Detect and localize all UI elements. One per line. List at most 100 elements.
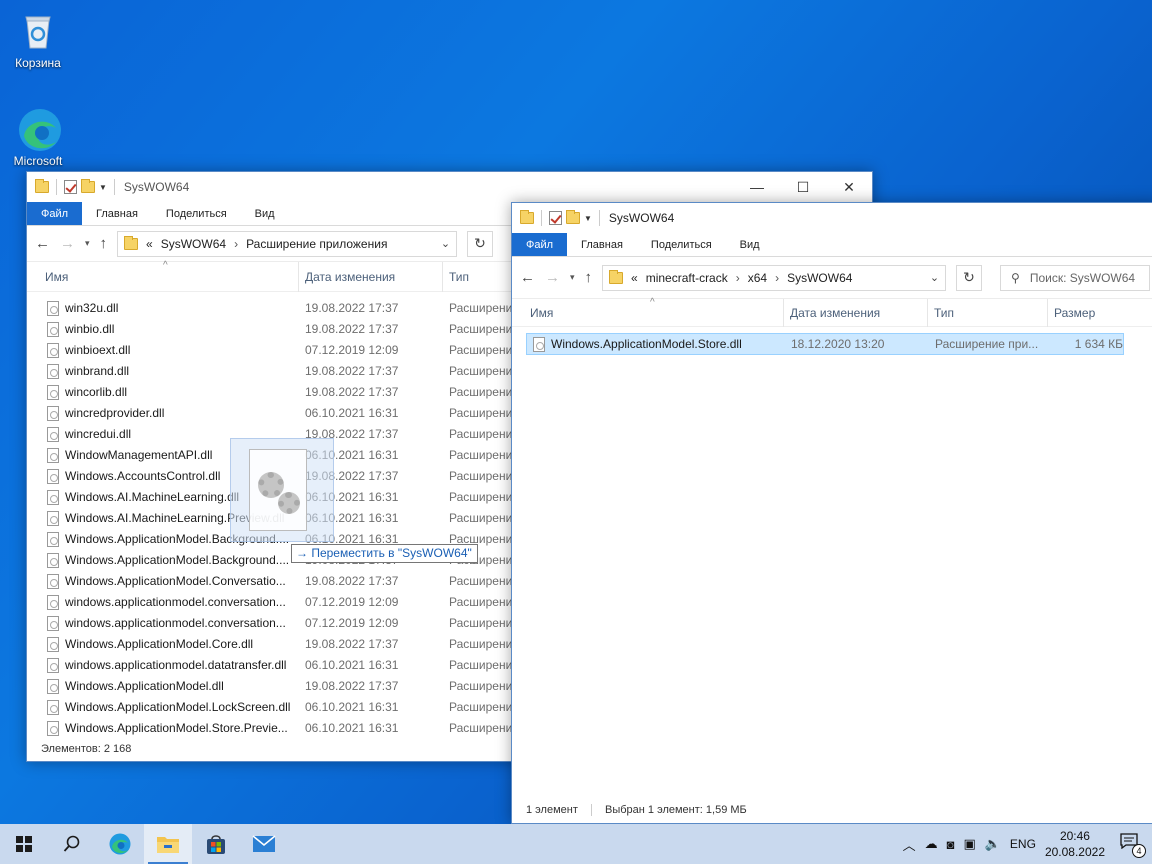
file-date: 07.12.2019 12:09: [305, 616, 399, 630]
file-name: Windows.ApplicationModel.Background....: [65, 553, 290, 567]
edge-icon: [109, 833, 131, 855]
refresh-button[interactable]: ↻: [467, 230, 494, 257]
col-date[interactable]: Дата изменения: [784, 299, 928, 327]
table-row[interactable]: Windows.ApplicationModel.dll 19.08.2022 1…: [27, 676, 547, 697]
network-icon[interactable]: ▣: [963, 836, 975, 852]
tab-view[interactable]: Вид: [241, 202, 289, 225]
table-row[interactable]: Windows.ApplicationModel.Conversatio... 1…: [27, 571, 547, 592]
properties-icon[interactable]: [549, 211, 562, 225]
start-button[interactable]: [0, 824, 48, 864]
volume-icon[interactable]: 🔈: [985, 836, 1001, 852]
taskbar-mail[interactable]: [240, 824, 288, 864]
address-overflow[interactable]: «: [146, 237, 153, 251]
up-arrow-icon[interactable]: ↑: [585, 269, 593, 286]
address-part-minecraft[interactable]: minecraft-crack: [646, 271, 728, 285]
tab-home[interactable]: Главная: [567, 233, 637, 256]
taskbar-edge[interactable]: [96, 824, 144, 864]
address-part-syswow64[interactable]: SysWOW64: [161, 237, 226, 251]
forward-arrow-icon[interactable]: →: [545, 269, 560, 286]
dll-file-icon: [47, 427, 59, 442]
address-part-x64[interactable]: x64: [748, 271, 767, 285]
search-button[interactable]: [48, 824, 96, 864]
language-indicator[interactable]: ENG: [1010, 837, 1036, 851]
file-date: 06.10.2021 16:31: [305, 700, 399, 714]
clock-time: 20:46: [1059, 829, 1090, 843]
table-row[interactable]: Windows.ApplicationModel.Store.Previe...…: [27, 718, 547, 737]
search-box[interactable]: ⚲ Поиск: SysWOW64: [1000, 264, 1151, 291]
address-overflow[interactable]: «: [631, 271, 638, 285]
file-name: wincorlib.dll: [65, 385, 128, 399]
taskbar-explorer[interactable]: [144, 824, 192, 864]
dll-file-icon: [47, 616, 59, 631]
search-placeholder: Поиск: SysWOW64: [1029, 270, 1136, 285]
recent-dropdown-icon[interactable]: ▾: [570, 272, 575, 283]
table-row[interactable]: windows.applicationmodel.datatransfer.dl…: [27, 655, 547, 676]
file-date: 19.08.2022 17:37: [305, 301, 399, 315]
meet-now-icon[interactable]: ◙: [947, 837, 955, 852]
minimize-button[interactable]: —: [734, 172, 780, 202]
col-name[interactable]: Имя: [524, 299, 784, 327]
recent-dropdown-icon[interactable]: ▾: [85, 238, 90, 249]
clock[interactable]: 20:46 20.08.2022: [1045, 828, 1105, 860]
new-folder-icon[interactable]: [566, 210, 580, 224]
forward-arrow-icon[interactable]: →: [60, 235, 75, 252]
table-row[interactable]: winbrand.dll 19.08.2022 17:37 Расширени: [27, 361, 547, 382]
tab-file[interactable]: Файл: [27, 202, 83, 225]
tab-home[interactable]: Главная: [82, 202, 152, 225]
address-separator[interactable]: ›: [234, 237, 238, 251]
table-row[interactable]: winbioext.dll 07.12.2019 12:09 Расширени: [27, 340, 547, 361]
title-bar[interactable]: ▼ SysWOW64: [512, 203, 1152, 233]
address-separator[interactable]: ›: [736, 271, 740, 285]
tab-share[interactable]: Поделиться: [152, 202, 241, 225]
address-part-syswow64[interactable]: SysWOW64: [787, 271, 852, 285]
drag-tooltip: → Переместить в "SysWOW64": [291, 544, 478, 563]
taskbar-store[interactable]: [192, 824, 240, 864]
cloud-icon[interactable]: ☁: [925, 836, 938, 852]
tab-share[interactable]: Поделиться: [637, 233, 726, 256]
maximize-button[interactable]: ☐: [780, 172, 826, 202]
new-folder-icon[interactable]: [81, 179, 95, 193]
notification-button[interactable]: 4: [1120, 833, 1146, 858]
address-part-ext[interactable]: Расширение приложения: [246, 237, 387, 251]
dll-file-icon: [47, 448, 59, 463]
table-row[interactable]: Windows.ApplicationModel.Store.dll 18.12.…: [526, 333, 1124, 355]
tab-view[interactable]: Вид: [726, 233, 774, 256]
back-arrow-icon[interactable]: ←: [520, 269, 535, 286]
refresh-button[interactable]: ↻: [956, 264, 983, 291]
back-arrow-icon[interactable]: ←: [35, 235, 50, 252]
qat-dropdown-icon[interactable]: ▼: [584, 214, 592, 223]
up-arrow-icon[interactable]: ↑: [100, 235, 108, 252]
dll-file-icon: [47, 532, 59, 547]
address-dropdown-icon[interactable]: ⌄: [930, 271, 945, 284]
table-row[interactable]: wincorlib.dll 19.08.2022 17:37 Расширени: [27, 382, 547, 403]
table-row[interactable]: win32u.dll 19.08.2022 17:37 Расширени: [27, 298, 547, 319]
show-hidden-icons-icon[interactable]: ︿: [903, 835, 916, 854]
col-size[interactable]: Размер: [1048, 299, 1128, 327]
table-row[interactable]: winbio.dll 19.08.2022 17:37 Расширени: [27, 319, 547, 340]
file-name: Windows.ApplicationModel.Store.dll: [551, 337, 742, 351]
edge-shortcut[interactable]: Microsoft: [3, 106, 73, 168]
qat-dropdown-icon[interactable]: ▼: [99, 183, 107, 192]
tab-file[interactable]: Файл: [512, 233, 568, 256]
item-count: 1 элемент: [526, 804, 578, 816]
address-separator[interactable]: ›: [775, 271, 779, 285]
file-name: winbio.dll: [65, 322, 115, 336]
recycle-bin-icon[interactable]: Корзина: [3, 8, 73, 70]
dll-file-icon: [47, 700, 59, 715]
address-dropdown-icon[interactable]: ⌄: [441, 237, 456, 250]
explorer-window-right[interactable]: ▼ SysWOW64 Файл Главная Поделиться Вид ←…: [511, 202, 1152, 824]
table-row[interactable]: windows.applicationmodel.conversation...…: [27, 613, 547, 634]
table-row[interactable]: Windows.ApplicationModel.LockScreen.dll 0…: [27, 697, 547, 718]
close-button[interactable]: ✕: [826, 172, 872, 202]
address-bar[interactable]: « minecraft-crack › x64 › SysWOW64 ⌄: [602, 264, 947, 291]
col-date[interactable]: Дата изменения: [299, 262, 443, 292]
table-row[interactable]: windows.applicationmodel.conversation...…: [27, 592, 547, 613]
table-row[interactable]: wincredprovider.dll 06.10.2021 16:31 Расши…: [27, 403, 547, 424]
title-bar[interactable]: ▼ SysWOW64 — ☐ ✕: [27, 172, 872, 202]
table-row[interactable]: Windows.ApplicationModel.Core.dll 19.08.2…: [27, 634, 547, 655]
properties-icon[interactable]: [64, 180, 77, 194]
col-name[interactable]: Имя: [39, 262, 299, 292]
system-tray: ︿ ☁ ◙ ▣ 🔈 ENG 20:46 20.08.2022 4: [903, 828, 1152, 860]
address-bar[interactable]: « SysWOW64 › Расширение приложения ⌄: [117, 230, 458, 257]
col-type[interactable]: Тип: [928, 299, 1048, 327]
